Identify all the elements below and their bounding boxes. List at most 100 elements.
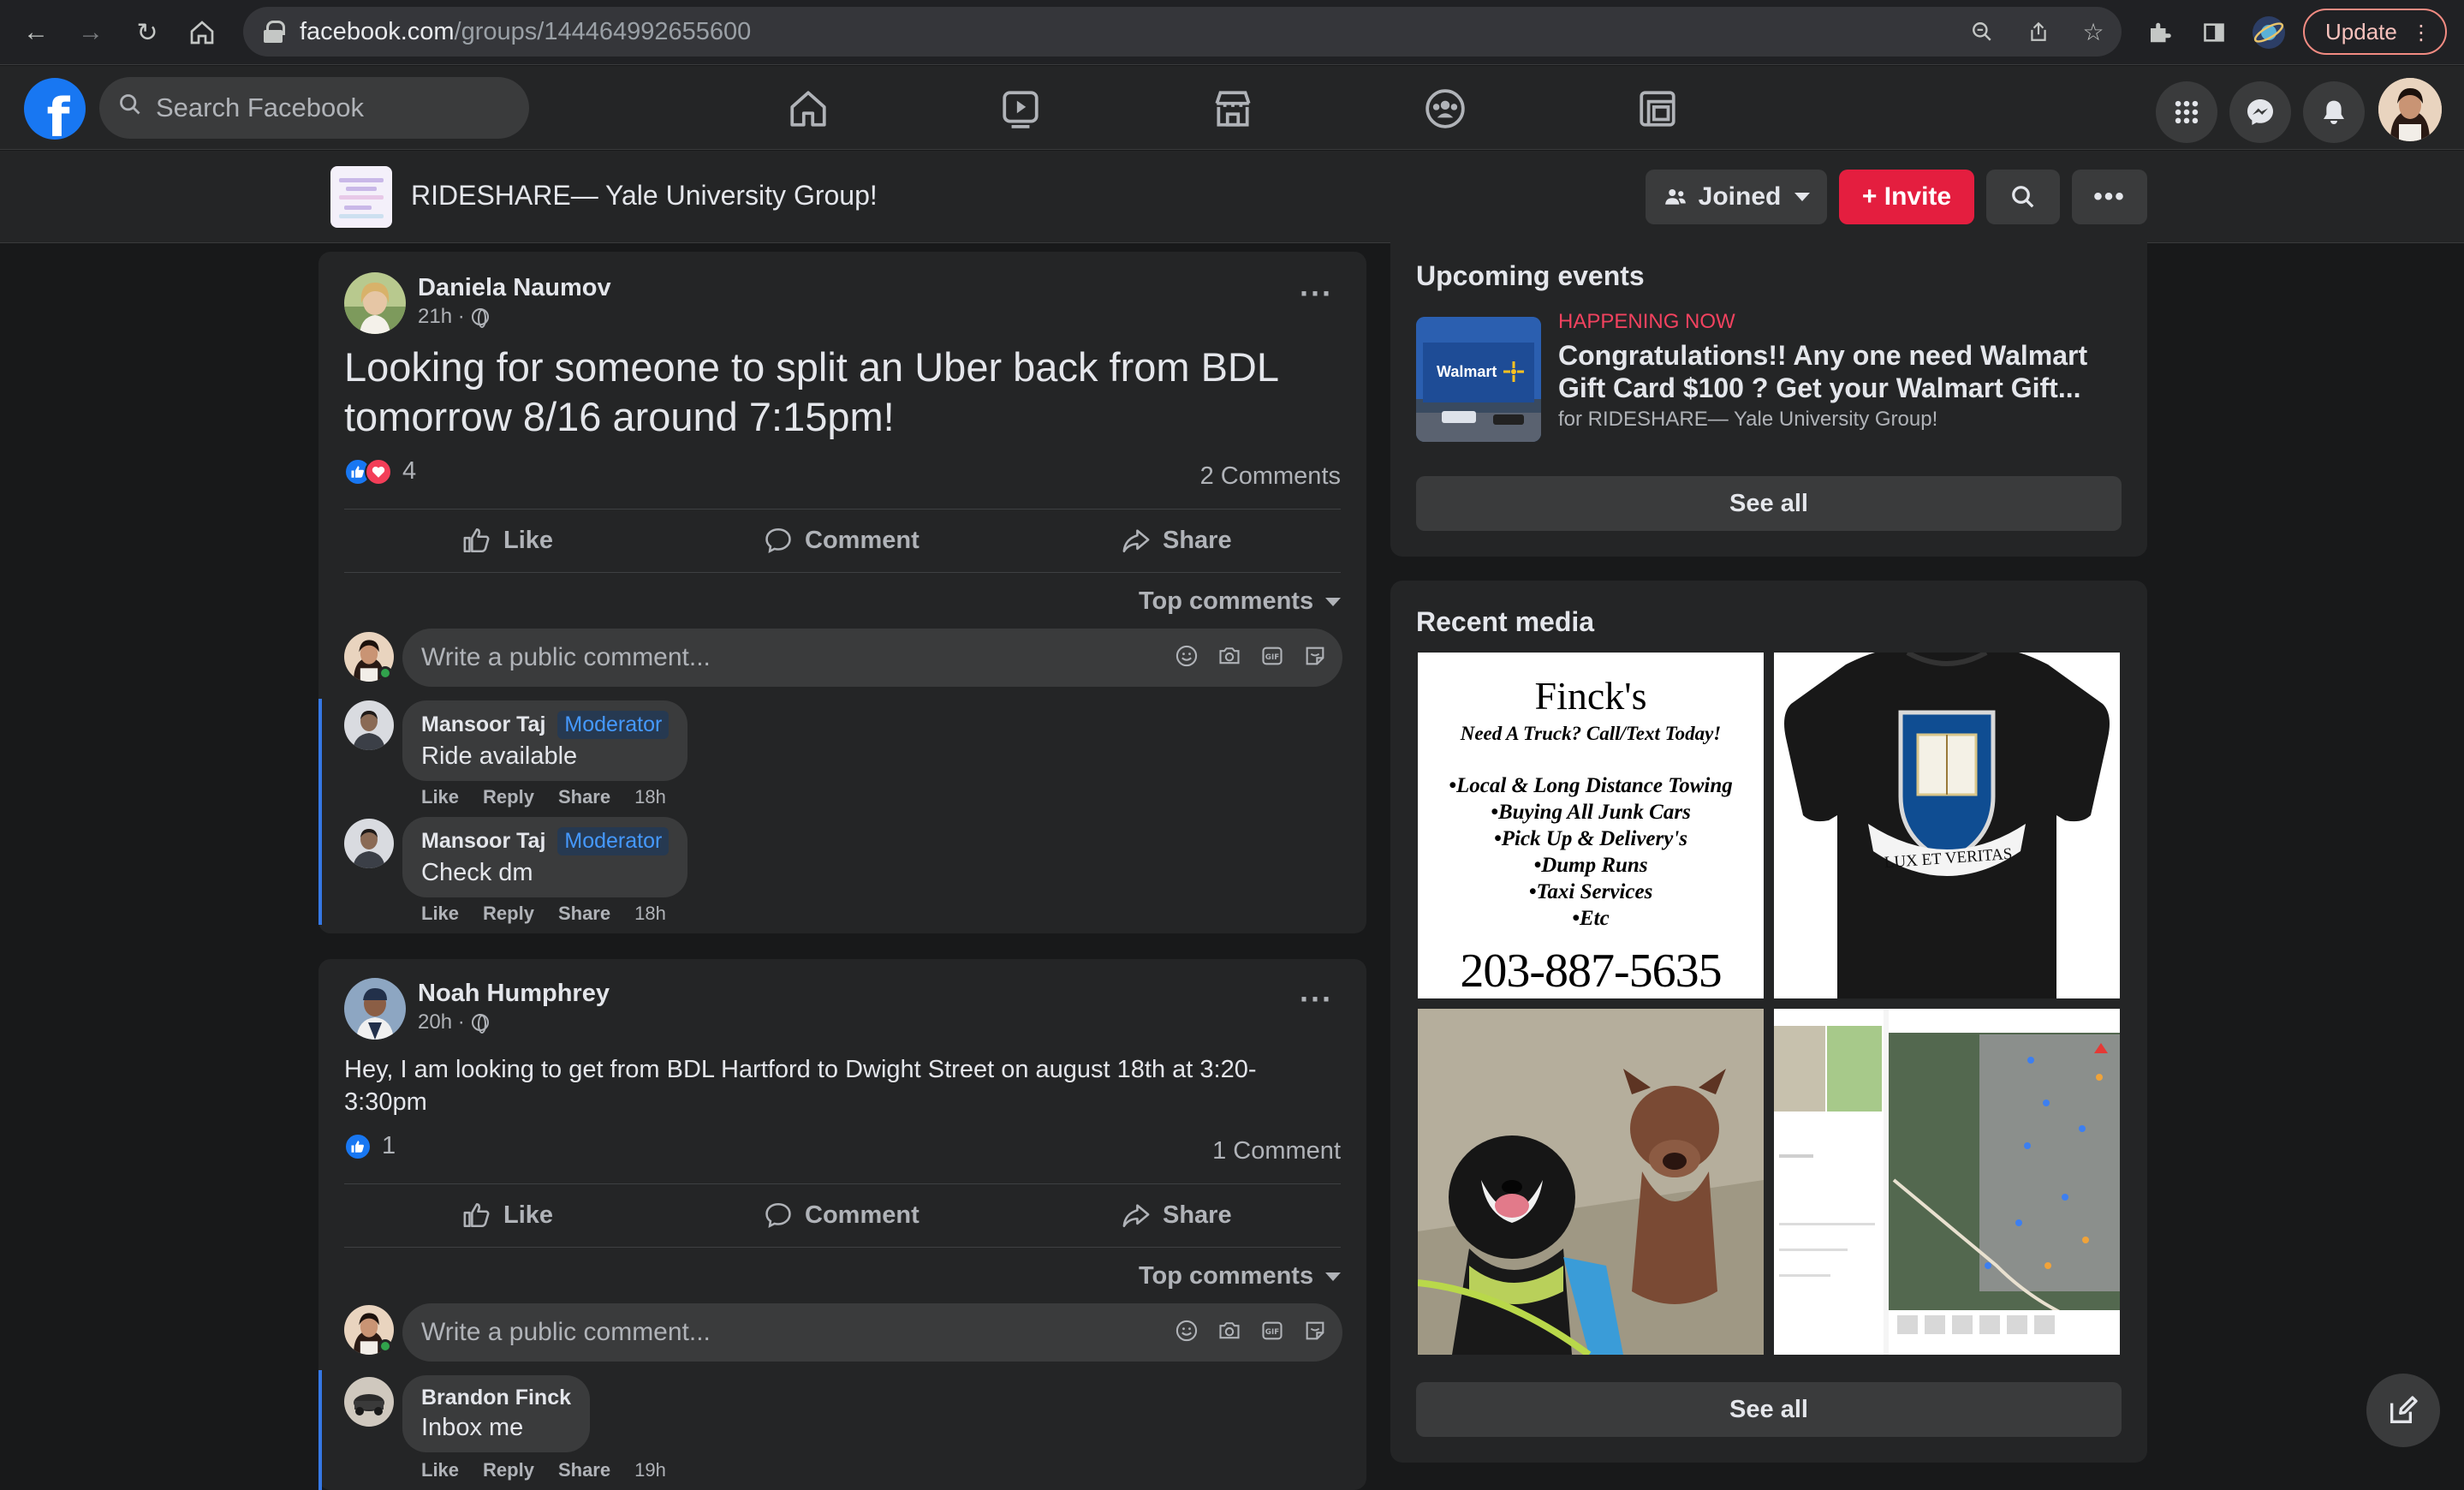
commenter-avatar[interactable] [344,1377,394,1427]
post-options-icon[interactable]: ··· [1300,981,1333,1017]
search-icon [118,92,142,123]
comment-like-link[interactable]: Like [421,1459,459,1481]
group-name[interactable]: RIDESHARE— Yale University Group! [411,180,878,212]
nav-gaming-icon[interactable] [1630,81,1685,136]
sticker-icon[interactable] [1301,1317,1329,1344]
comment-time[interactable]: 18h [634,786,666,808]
author-avatar[interactable] [344,978,406,1040]
commenter-name[interactable]: Mansoor Taj [421,829,545,854]
svg-text:GIF: GIF [1265,1328,1279,1337]
forward-icon[interactable]: → [72,14,110,51]
media-finck-flyer[interactable]: Finck's Need A Truck? Call/Text Today! •… [1418,653,1764,998]
gif-icon[interactable]: GIF [1259,642,1286,670]
kebab-icon: ⋮ [2411,21,2431,45]
media-dogs-photo[interactable] [1418,1009,1764,1355]
commenter-avatar[interactable] [344,700,394,750]
commenter-name[interactable]: Mansoor Taj [421,712,545,737]
like-button[interactable]: Like [462,1201,553,1230]
reload-icon[interactable]: ↻ [128,14,166,51]
media-map-screenshot[interactable] [1774,1009,2120,1355]
commenter-avatar[interactable] [344,819,394,868]
group-more-button[interactable]: ••• [2072,170,2147,224]
comment-bubble: Mansoor Taj Moderator Ride available [402,700,688,781]
comment-like-link[interactable]: Like [421,903,459,925]
comments-count[interactable]: 1 Comment [1212,1137,1341,1165]
facebook-logo[interactable]: f [24,78,86,140]
author-avatar[interactable] [344,272,406,334]
camera-icon[interactable] [1216,1317,1243,1344]
nav-home-icon[interactable] [781,81,836,136]
recent-media-title: Recent media [1416,606,1595,637]
post-author[interactable]: Daniela Naumov [418,274,611,302]
share-button[interactable]: Share [1122,526,1232,555]
back-icon[interactable]: ← [17,14,55,51]
post-timestamp[interactable]: 20h · [418,1010,489,1034]
emoji-icon[interactable] [1173,1317,1200,1344]
svg-text:GIF: GIF [1265,653,1279,662]
post-timestamp[interactable]: 21h · [418,305,489,329]
post-options-icon[interactable]: ··· [1300,276,1333,312]
reaction-summary[interactable]: 1 [344,1132,396,1160]
home-icon[interactable] [183,14,221,51]
sticker-icon[interactable] [1301,642,1329,670]
share-button[interactable]: Share [1122,1201,1232,1230]
nav-groups-icon[interactable] [1418,81,1473,136]
joined-button[interactable]: Joined [1646,170,1827,224]
emoji-icon[interactable] [1173,642,1200,670]
messenger-icon[interactable] [2229,81,2291,143]
nav-marketplace-icon[interactable] [1205,81,1260,136]
comment-time[interactable]: 18h [634,903,666,925]
notifications-bell-icon[interactable] [2303,81,2365,143]
like-button[interactable]: Like [462,526,553,555]
account-avatar[interactable] [2378,78,2442,141]
comment-bubble: Brandon Finck Inbox me [402,1375,591,1452]
media-yale-shirt[interactable]: LUX ET VERITAS [1774,653,2120,998]
comment-text: Ride available [421,742,578,770]
reaction-summary[interactable]: 4 [344,457,416,486]
share-page-icon[interactable] [2024,17,2053,46]
comments-count[interactable]: 2 Comments [1200,462,1341,491]
love-reaction-icon [365,457,392,486]
group-cover-thumbnail[interactable] [330,166,392,228]
group-search-button[interactable] [1986,170,2060,224]
comment-reply-link[interactable]: Reply [483,903,534,925]
sidepanel-icon[interactable] [2195,14,2233,51]
comment-sort-dropdown[interactable]: Top comments [1139,1262,1342,1290]
search-input[interactable]: Search Facebook [99,77,529,139]
globe-icon [471,308,489,328]
flyer-services: •Local & Long Distance Towing •Buying Al… [1449,774,1733,930]
new-message-button[interactable] [2366,1374,2440,1447]
comment-share-link[interactable]: Share [558,786,610,808]
event-thumbnail[interactable]: Walmart [1416,317,1541,442]
bookmark-star-icon[interactable]: ☆ [2079,17,2108,46]
comment-share-link[interactable]: Share [558,903,610,925]
update-button[interactable]: Update ⋮ [2303,9,2447,55]
comment-share-link[interactable]: Share [558,1459,610,1481]
comment-button[interactable]: Comment [764,526,920,555]
nav-watch-icon[interactable] [993,81,1048,136]
extensions-icon[interactable] [2140,14,2178,51]
menu-grid-icon[interactable] [2156,81,2217,143]
comment-input[interactable]: Write a public comment... GIF [402,1303,1342,1362]
compose-icon [2390,1396,2418,1423]
post-author[interactable]: Noah Humphrey [418,980,610,1008]
comment-reply-link[interactable]: Reply [483,1459,534,1481]
zoom-icon[interactable] [1967,17,1997,46]
thumbs-up-icon [463,527,490,553]
address-bar[interactable]: facebook.com/groups/144464992655600 ☆ [243,7,2122,57]
comment-button[interactable]: Comment [764,1201,920,1230]
events-see-all-button[interactable]: See all [1416,476,2122,531]
comment-like-link[interactable]: Like [421,786,459,808]
comment-time[interactable]: 19h [634,1459,666,1481]
profile-icon[interactable] [2250,14,2288,51]
more-dots-icon: ••• [2093,182,2126,211]
comment-reply-link[interactable]: Reply [483,786,534,808]
commenter-name[interactable]: Brandon Finck [421,1386,571,1410]
media-see-all-button[interactable]: See all [1416,1382,2122,1437]
camera-icon[interactable] [1216,642,1243,670]
gif-icon[interactable]: GIF [1259,1317,1286,1344]
comment-sort-dropdown[interactable]: Top comments [1139,587,1342,616]
comment-input[interactable]: Write a public comment... GIF [402,629,1342,687]
invite-button[interactable]: + Invite [1839,170,1974,224]
event-title[interactable]: Congratulations!! Any one need Walmart G… [1558,339,2123,404]
